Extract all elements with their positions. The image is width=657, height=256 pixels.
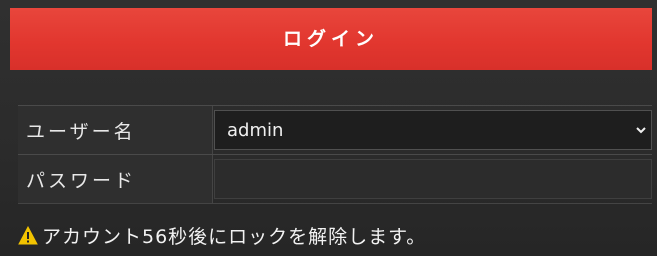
title-bar: ログイン [10, 8, 652, 70]
warning-text: アカウント56秒後にロックを解除します。 [42, 226, 427, 248]
lockout-warning: アカウント56秒後にロックを解除します。 [18, 222, 426, 249]
password-field[interactable] [214, 159, 652, 199]
warning-triangle-icon [18, 225, 38, 246]
username-row: ユーザー名 admin [18, 105, 652, 154]
username-value: admin [227, 119, 284, 141]
dialog-title: ログイン [282, 27, 379, 50]
username-label: ユーザー名 [18, 106, 213, 154]
password-row: パスワード [18, 154, 652, 204]
password-label: パスワード [18, 155, 213, 203]
login-dialog: ログイン ユーザー名 admin パスワード アカウント56秒後にロックを解除し… [0, 0, 657, 256]
username-select[interactable]: admin [214, 110, 652, 150]
login-form: ユーザー名 admin パスワード [18, 105, 652, 204]
chevron-down-icon[interactable] [631, 110, 651, 150]
